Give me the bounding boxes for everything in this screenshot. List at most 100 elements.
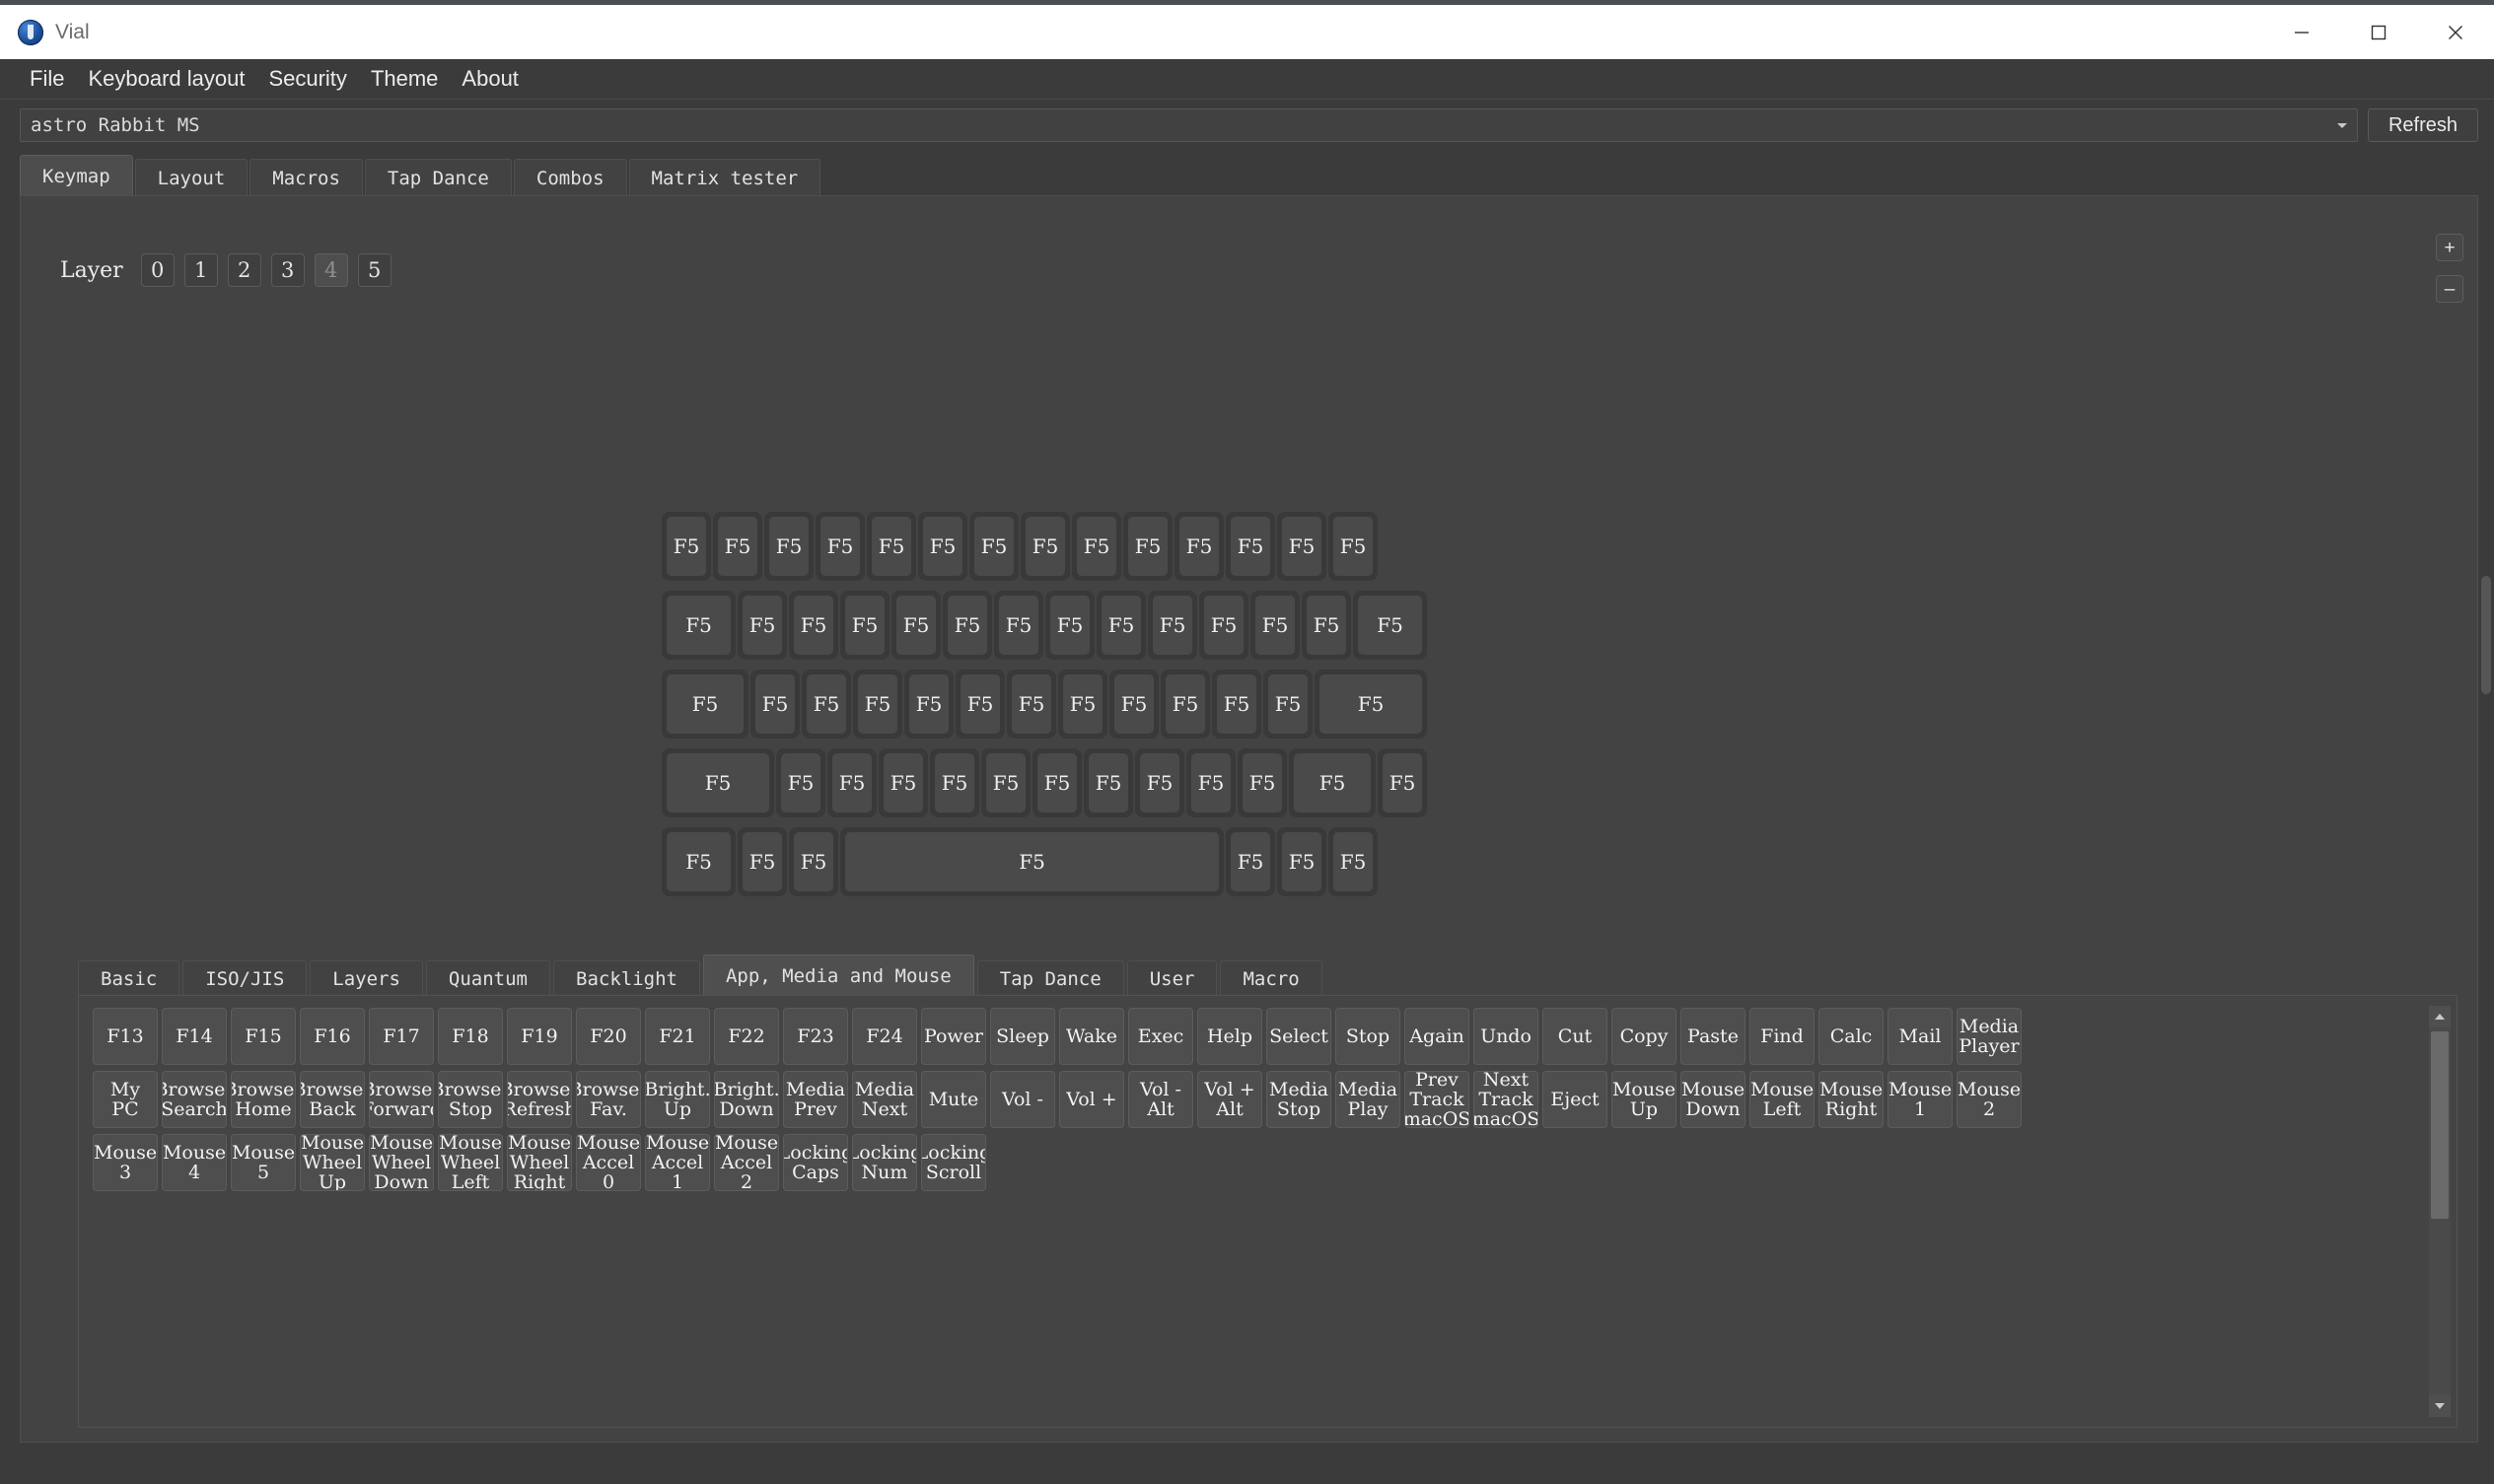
keyboard-key[interactable]: F5	[1123, 512, 1173, 581]
keycode-button[interactable]: Browser Back	[300, 1071, 365, 1128]
keyboard-key[interactable]: F5	[1084, 748, 1133, 817]
keyboard-key[interactable]: F5	[1353, 591, 1427, 660]
window-scrollbar[interactable]	[2478, 103, 2494, 1484]
keycode-button[interactable]: F24	[852, 1008, 917, 1065]
refresh-button[interactable]: Refresh	[2368, 108, 2478, 142]
keyboard-key[interactable]: F5	[738, 591, 787, 660]
keycode-button[interactable]: Vol +	[1059, 1071, 1124, 1128]
keyboard-key[interactable]: F5	[981, 748, 1031, 817]
zoom-out-button[interactable]: –	[2436, 275, 2463, 303]
keyboard-key[interactable]: F5	[816, 512, 865, 581]
keycode-tab-macro[interactable]: Macro	[1220, 960, 1322, 997]
keyboard-key[interactable]: F5	[1058, 670, 1107, 739]
keycode-tab-iso-jis[interactable]: ISO/JIS	[182, 960, 308, 997]
keycode-button[interactable]: Wake	[1059, 1008, 1124, 1065]
keycode-button[interactable]: Media Player	[1957, 1008, 2022, 1065]
keycode-button[interactable]: Eject	[1542, 1071, 1607, 1128]
keycode-button[interactable]: Mute	[921, 1071, 986, 1128]
keycode-button[interactable]: Find	[1749, 1008, 1815, 1065]
keyboard-key[interactable]: F5	[750, 670, 800, 739]
keyboard-key[interactable]: F5	[827, 748, 877, 817]
keycode-button[interactable]: Stop	[1335, 1008, 1400, 1065]
keyboard-key[interactable]: F5	[840, 591, 890, 660]
keyboard-key[interactable]: F5	[662, 512, 711, 581]
keyboard-key[interactable]: F5	[764, 512, 814, 581]
keycode-button[interactable]: Mouse 4	[162, 1134, 227, 1191]
keyboard-key[interactable]: F5	[1021, 512, 1070, 581]
keycode-button[interactable]: Next Track (macOS)	[1473, 1071, 1538, 1128]
keyboard-key[interactable]: F5	[789, 827, 838, 896]
layer-button-3[interactable]: 3	[270, 253, 305, 287]
keyboard-key[interactable]: F5	[1378, 748, 1427, 817]
keycode-button[interactable]: Browser Refresh	[507, 1071, 572, 1128]
keyboard-key[interactable]: F5	[853, 670, 902, 739]
keyboard-key[interactable]: F5	[662, 748, 774, 817]
menu-item-security[interactable]: Security	[256, 63, 358, 95]
keyboard-key[interactable]: F5	[1328, 512, 1378, 581]
keyboard-key[interactable]: F5	[1007, 670, 1056, 739]
keyboard-key[interactable]: F5	[1033, 748, 1082, 817]
window-scrollbar-thumb[interactable]	[2481, 576, 2491, 694]
keycode-button[interactable]: Media Next	[852, 1071, 917, 1128]
keycode-button[interactable]: Mouse Wheel Left	[438, 1134, 503, 1191]
keyboard-key[interactable]: F5	[994, 591, 1043, 660]
layer-button-1[interactable]: 1	[183, 253, 218, 287]
maximize-button[interactable]	[2340, 5, 2417, 59]
keyboard-key[interactable]: F5	[1148, 591, 1197, 660]
keycode-button[interactable]: F19	[507, 1008, 572, 1065]
keycode-button[interactable]: Mouse Wheel Right	[507, 1134, 572, 1191]
keycode-scrollbar[interactable]	[2429, 1006, 2451, 1417]
menu-item-about[interactable]: About	[450, 63, 531, 95]
keycode-tab-app-media-and-mouse[interactable]: App, Media and Mouse	[702, 954, 974, 997]
keycode-button[interactable]: Media Prev	[783, 1071, 848, 1128]
keyboard-key[interactable]: F5	[1072, 512, 1121, 581]
keyboard-key[interactable]: F5	[1263, 670, 1313, 739]
keyboard-key[interactable]: F5	[891, 591, 941, 660]
keycode-tab-basic[interactable]: Basic	[78, 960, 180, 997]
menu-item-theme[interactable]: Theme	[359, 63, 450, 95]
keycode-button[interactable]: Bright. Down	[714, 1071, 779, 1128]
keycode-button[interactable]: Media Stop	[1266, 1071, 1331, 1128]
keyboard-key[interactable]: F5	[713, 512, 762, 581]
keyboard-key[interactable]: F5	[1315, 670, 1427, 739]
keycode-button[interactable]: Locking Scroll	[921, 1134, 986, 1191]
tab-combos[interactable]: Combos	[513, 159, 627, 197]
keycode-button[interactable]: Vol -	[990, 1071, 1055, 1128]
keyboard-key[interactable]: F5	[1135, 748, 1184, 817]
keycode-button[interactable]: Select	[1266, 1008, 1331, 1065]
tab-tap-dance[interactable]: Tap Dance	[364, 159, 512, 197]
menu-item-file[interactable]: File	[18, 63, 76, 95]
keyboard-key[interactable]: F5	[738, 827, 787, 896]
keycode-tab-quantum[interactable]: Quantum	[425, 960, 550, 997]
keycode-button[interactable]: Vol - Alt	[1128, 1071, 1193, 1128]
keyboard-key[interactable]: F5	[1045, 591, 1095, 660]
keyboard-key[interactable]: F5	[930, 748, 979, 817]
scroll-down-arrow-icon[interactable]	[2429, 1395, 2451, 1417]
keycode-button[interactable]: F23	[783, 1008, 848, 1065]
minimize-button[interactable]	[2263, 5, 2340, 59]
keycode-button[interactable]: Exec	[1128, 1008, 1193, 1065]
keycode-button[interactable]: F17	[369, 1008, 434, 1065]
keycode-button[interactable]: Mouse Accel 0	[576, 1134, 641, 1191]
keycode-tab-backlight[interactable]: Backlight	[553, 960, 700, 997]
keycode-button[interactable]: Cut	[1542, 1008, 1607, 1065]
keycode-button[interactable]: Paste	[1680, 1008, 1746, 1065]
keyboard-key[interactable]: F5	[1186, 748, 1236, 817]
keycode-tab-tap-dance[interactable]: Tap Dance	[976, 960, 1124, 997]
keycode-button[interactable]: Mouse Accel 1	[645, 1134, 710, 1191]
keycode-button[interactable]: F13	[93, 1008, 158, 1065]
keycode-button[interactable]: Mouse Left	[1749, 1071, 1815, 1128]
layer-button-2[interactable]: 2	[227, 253, 261, 287]
keyboard-key[interactable]: F5	[943, 591, 992, 660]
keycode-button[interactable]: Vol + Alt	[1197, 1071, 1262, 1128]
keyboard-key[interactable]: F5	[1289, 748, 1376, 817]
keycode-button[interactable]: F20	[576, 1008, 641, 1065]
keycode-button[interactable]: My PC	[93, 1071, 158, 1128]
keycode-button[interactable]: Browser Home	[231, 1071, 296, 1128]
keycode-button[interactable]: Mouse Wheel Down	[369, 1134, 434, 1191]
device-combobox[interactable]: astro Rabbit MS	[20, 108, 2358, 142]
keyboard-key[interactable]: F5	[1277, 512, 1326, 581]
keycode-button[interactable]: Locking Caps	[783, 1134, 848, 1191]
keycode-button[interactable]: Sleep	[990, 1008, 1055, 1065]
tab-matrix-tester[interactable]: Matrix tester	[628, 159, 821, 197]
